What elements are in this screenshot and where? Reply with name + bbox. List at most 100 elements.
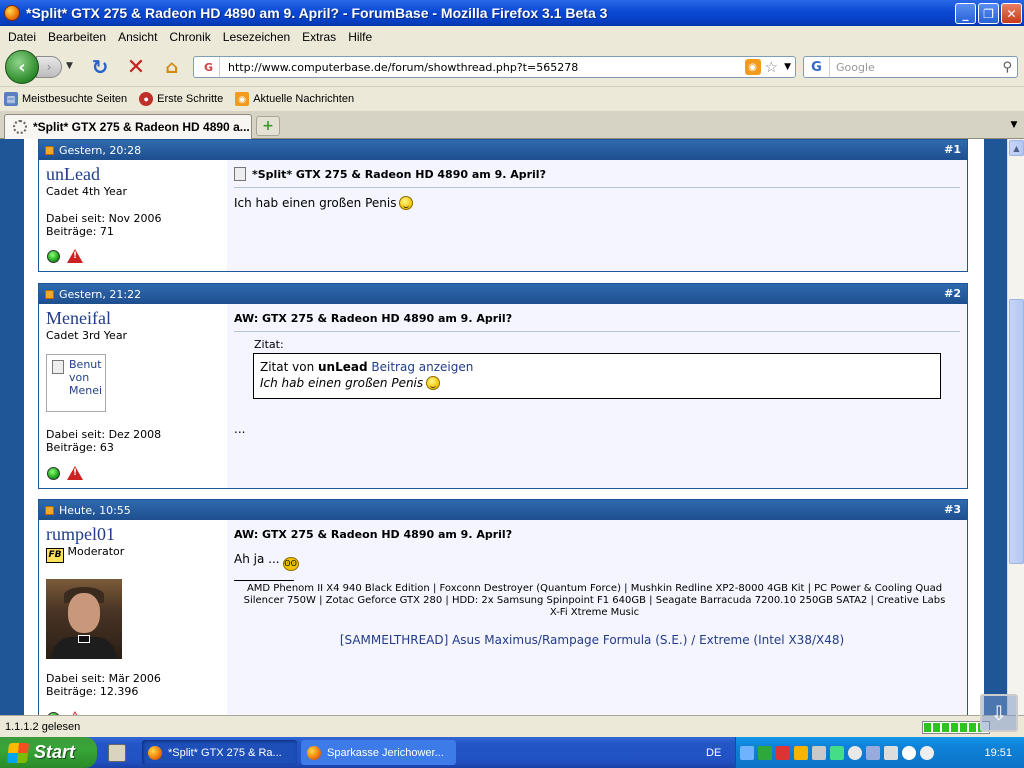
volume-tray-icon[interactable]: [794, 745, 808, 760]
network-tray-icon[interactable]: [740, 745, 754, 760]
eek-smiley-icon: ʘʘ: [282, 557, 299, 571]
quote-text: Ich hab einen großen Penis: [260, 376, 441, 390]
post-number-link[interactable]: #1: [944, 143, 961, 156]
url-dropdown-icon[interactable]: ▼: [784, 62, 791, 72]
post-title-divider: [234, 331, 960, 332]
signature-divider: [234, 580, 294, 581]
update-tray-icon[interactable]: [830, 745, 844, 760]
report-post-icon[interactable]: [67, 249, 83, 263]
search-tray-icon[interactable]: [848, 745, 862, 760]
scroll-up-arrow-icon[interactable]: ▲: [1009, 140, 1024, 156]
moderator-badge-icon: FB: [46, 548, 64, 563]
close-button[interactable]: ✕: [1001, 3, 1022, 24]
maximize-button[interactable]: ❐: [978, 3, 999, 24]
url-text[interactable]: http://www.computerbase.de/forum/showthr…: [228, 61, 745, 74]
tool-tray-icon[interactable]: [884, 745, 898, 760]
window-title: *Split* GTX 275 & Radeon HD 4890 am 9. A…: [26, 5, 608, 21]
report-post-icon[interactable]: [67, 466, 83, 480]
search-icon[interactable]: ⚲: [1002, 60, 1012, 75]
post-text: Ich hab einen großen Penis: [234, 196, 414, 210]
bookmark-erste-schritte[interactable]: ● Erste Schritte: [139, 92, 223, 106]
user-joined: Dabei seit: Nov 2006: [46, 212, 162, 225]
folder-icon: ▤: [4, 92, 18, 106]
forward-button[interactable]: ›: [36, 56, 62, 78]
post-date: Heute, 10:55: [59, 503, 131, 517]
username-link[interactable]: Meneifal: [46, 308, 227, 329]
back-arrow-icon: ‹: [18, 56, 26, 78]
bookmarks-toolbar: ▤ Meistbesuchte Seiten ● Erste Schritte …: [0, 88, 1024, 110]
url-bar[interactable]: G http://www.computerbase.de/forum/showt…: [193, 56, 796, 78]
post-body: AW: GTX 275 & Radeon HD 4890 am 9. April…: [228, 304, 967, 488]
search-placeholder[interactable]: Google: [836, 61, 1002, 74]
bookmark-star-icon[interactable]: ☆: [765, 58, 778, 76]
clock[interactable]: 19:51: [984, 747, 1012, 759]
post-number-link[interactable]: #3: [944, 503, 961, 516]
security-tray-icon[interactable]: [758, 745, 772, 760]
post-user-panel: Meneifal Cadet 3rd Year Benut von Menei …: [39, 304, 227, 488]
language-indicator[interactable]: DE: [706, 747, 721, 759]
site-identity-icon[interactable]: G: [198, 57, 220, 77]
bookmark-meistbesuchte[interactable]: ▤ Meistbesuchte Seiten: [4, 92, 127, 106]
loading-spinner-icon: [13, 120, 27, 134]
menu-extras[interactable]: Extras: [296, 30, 342, 44]
clock-tray-icon[interactable]: [902, 745, 916, 760]
user-avatar: [46, 579, 122, 659]
system-tray: 19:51: [735, 737, 1024, 768]
history-dropdown-icon[interactable]: ▼: [66, 61, 73, 71]
status-text: 1.1.1.2 gelesen: [5, 720, 81, 733]
minimize-button[interactable]: _: [955, 3, 976, 24]
tab-bar: *Split* GTX 275 & Radeon HD 4890 a... + …: [0, 111, 1024, 139]
download-arrow-icon[interactable]: ⇩: [980, 694, 1018, 732]
title-bar: *Split* GTX 275 & Radeon HD 4890 am 9. A…: [0, 0, 1024, 26]
user-avatar-placeholder: Benut von Menei: [46, 354, 106, 412]
device-tray-icon[interactable]: [812, 745, 826, 760]
view-post-link[interactable]: Beitrag anzeigen: [371, 360, 473, 374]
vertical-scrollbar[interactable]: ▲: [1007, 139, 1024, 715]
misc-tray-icon[interactable]: [920, 745, 934, 760]
start-button[interactable]: Start: [0, 737, 97, 768]
post-text: Ah ja ... ʘʘ: [234, 552, 299, 571]
quick-launch-desktop-icon[interactable]: [108, 744, 126, 762]
plus-icon: +: [262, 118, 274, 134]
taskbar-item-sparkasse[interactable]: Sparkasse Jerichower...: [301, 740, 456, 765]
back-button[interactable]: ‹: [5, 50, 39, 84]
post-number-link[interactable]: #2: [944, 287, 961, 300]
username-link[interactable]: rumpel01: [46, 524, 227, 545]
post-folder-icon: [45, 145, 54, 155]
alert-tray-icon[interactable]: [776, 745, 790, 760]
username-link[interactable]: unLead: [46, 164, 227, 185]
menu-bearbeiten[interactable]: Bearbeiten: [42, 30, 112, 44]
post-user-panel: unLead Cadet 4th Year Dabei seit: Nov 20…: [39, 160, 227, 271]
quote-header: Zitat von unLead Beitrag anzeigen: [260, 360, 474, 374]
user-rank-line: FB Moderator: [39, 545, 227, 563]
menu-hilfe[interactable]: Hilfe: [342, 30, 378, 44]
post-title-divider: [234, 187, 960, 188]
google-engine-icon[interactable]: G: [804, 57, 830, 77]
home-icon[interactable]: ⌂: [160, 55, 184, 79]
scrollbar-thumb[interactable]: [1009, 299, 1024, 564]
display-tray-icon[interactable]: [866, 745, 880, 760]
menu-chronik[interactable]: Chronik: [163, 30, 216, 44]
reload-icon[interactable]: ↻: [88, 55, 112, 79]
firefox-icon: [307, 745, 321, 760]
rss-feed-icon[interactable]: ◉: [744, 59, 761, 75]
taskbar-item-firefox-active[interactable]: *Split* GTX 275 & Ra...: [142, 740, 297, 765]
windows-taskbar: Start *Split* GTX 275 & Ra... Sparkasse …: [0, 737, 1024, 768]
tab-list-dropdown-icon[interactable]: ▼: [1006, 117, 1022, 133]
menu-lesezeichen[interactable]: Lesezeichen: [217, 30, 296, 44]
new-tab-button[interactable]: +: [256, 116, 280, 136]
stop-icon[interactable]: ✕: [124, 55, 148, 80]
quote-label: Zitat:: [254, 338, 284, 351]
menu-datei[interactable]: Datei: [2, 30, 42, 44]
tab-current[interactable]: *Split* GTX 275 & Radeon HD 4890 a...: [4, 114, 252, 139]
signature-link[interactable]: [SAMMELTHREAD] Asus Maximus/Rampage Form…: [228, 633, 956, 647]
forward-arrow-icon: ›: [46, 60, 52, 74]
post-date: Gestern, 20:28: [59, 143, 142, 157]
bookmark-aktuelle-nachrichten[interactable]: ◉ Aktuelle Nachrichten: [235, 92, 354, 106]
post-1: Gestern, 20:28 #1 unLead Cadet 4th Year …: [38, 139, 968, 272]
user-post-count: Beiträge: 12.396: [46, 685, 139, 698]
menu-ansicht[interactable]: Ansicht: [112, 30, 163, 44]
page-content: Gestern, 20:28 #1 unLead Cadet 4th Year …: [0, 139, 1007, 715]
firefox-red-icon: ●: [139, 92, 154, 106]
search-bar[interactable]: G Google ⚲: [803, 56, 1018, 78]
